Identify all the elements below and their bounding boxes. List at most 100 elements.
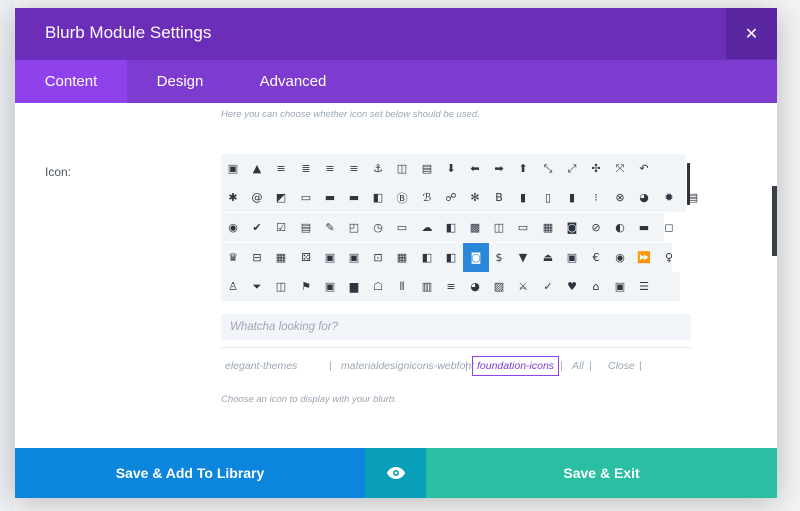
icon-option[interactable]: ▥ xyxy=(415,272,439,301)
icon-option[interactable]: ▣ xyxy=(318,272,342,301)
icon-option[interactable]: ▼ xyxy=(511,243,535,272)
icon-option[interactable]: ◰ xyxy=(342,213,366,242)
icon-option[interactable]: ◧ xyxy=(439,243,463,272)
icon-option[interactable]: ≡ xyxy=(439,272,463,301)
icon-option[interactable]: ⫴ xyxy=(390,272,414,301)
icon-option[interactable]: ▦ xyxy=(390,243,414,272)
icon-option[interactable]: ▣ xyxy=(221,154,245,183)
icon-option[interactable]: ◫ xyxy=(269,272,293,301)
icon-option[interactable]: ⊡ xyxy=(366,243,390,272)
icon-option[interactable]: ⚑ xyxy=(294,272,318,301)
icon-option[interactable]: ≡ xyxy=(342,154,366,183)
icon-option[interactable]: ℬ xyxy=(415,183,439,212)
icon-grid-scrollbar[interactable] xyxy=(687,163,690,205)
icon-option[interactable]: ▮ xyxy=(511,183,535,212)
icon-option[interactable]: Ⓑ xyxy=(390,183,414,212)
icon-option[interactable]: ▯ xyxy=(536,183,560,212)
selected-icon-option[interactable]: ◙ xyxy=(463,243,489,272)
filter-close[interactable]: Close xyxy=(608,356,635,376)
icon-option[interactable]: ⊟ xyxy=(245,243,269,272)
icon-option[interactable]: ▦ xyxy=(269,243,293,272)
modal-scrollbar[interactable] xyxy=(772,186,777,256)
icon-option[interactable]: ⤢ xyxy=(560,154,584,183)
save-exit-button[interactable]: Save & Exit xyxy=(426,448,777,498)
icon-option[interactable]: ⬆ xyxy=(511,154,535,183)
icon-option[interactable]: ◷ xyxy=(366,213,390,242)
icon-option[interactable]: ◻ xyxy=(657,213,681,242)
icon-option[interactable]: ☁ xyxy=(415,213,439,242)
icon-option[interactable]: ◕ xyxy=(463,272,487,301)
tab-content[interactable]: Content xyxy=(15,60,127,103)
close-button[interactable]: ✕ xyxy=(726,8,777,59)
icon-search-input[interactable]: Whatcha looking for? xyxy=(221,314,691,340)
icon-option[interactable]: ▤ xyxy=(294,213,318,242)
icon-option[interactable]: ⊗ xyxy=(608,183,632,212)
icon-option[interactable]: ⏩ xyxy=(632,243,656,272)
icon-option[interactable]: ▭ xyxy=(511,213,535,242)
icon-option[interactable]: ♀ xyxy=(657,243,681,272)
icon-option[interactable]: ◐ xyxy=(608,213,632,242)
icon-option[interactable]: ≡ xyxy=(318,154,342,183)
icon-option[interactable]: ⬇ xyxy=(439,154,463,183)
icon-option[interactable]: ✣ xyxy=(584,154,608,183)
icon-option[interactable]: ♛ xyxy=(221,243,245,272)
icon-option[interactable]: ▭ xyxy=(294,183,318,212)
tab-advanced[interactable]: Advanced xyxy=(247,60,339,103)
icon-option[interactable]: ▤ xyxy=(681,183,705,212)
filter-all[interactable]: All xyxy=(572,356,584,376)
icon-option[interactable]: ⤡ xyxy=(536,154,560,183)
icon-option[interactable]: ✎ xyxy=(318,213,342,242)
icon-option[interactable]: ◧ xyxy=(439,213,463,242)
icon-option[interactable]: ☖ xyxy=(366,272,390,301)
icon-option[interactable]: ▦ xyxy=(536,213,560,242)
icon-option[interactable]: ▣ xyxy=(342,243,366,272)
icon-option[interactable]: ≣ xyxy=(294,154,318,183)
tab-design[interactable]: Design xyxy=(143,60,217,103)
icon-option[interactable]: ⚓ xyxy=(366,154,390,183)
icon-option[interactable]: ◉ xyxy=(608,243,632,272)
icon-option[interactable]: ◧ xyxy=(415,243,439,272)
icon-option[interactable]: ♥ xyxy=(560,272,584,301)
icon-option[interactable]: € xyxy=(584,243,608,272)
icon-option[interactable]: ☰ xyxy=(632,272,656,301)
icon-option[interactable]: ⚔ xyxy=(511,272,535,301)
icon-option[interactable]: ≡ xyxy=(269,154,293,183)
icon-option[interactable]: ▬ xyxy=(342,183,366,212)
icon-option[interactable]: ◧ xyxy=(366,183,390,212)
preview-button[interactable] xyxy=(365,448,426,498)
icon-option[interactable]: ▭ xyxy=(390,213,414,242)
icon-option[interactable]: ☍ xyxy=(439,183,463,212)
icon-option[interactable]: ✓ xyxy=(536,272,560,301)
save-add-to-library-button[interactable]: Save & Add To Library xyxy=(15,448,365,498)
icon-option[interactable]: ⊘ xyxy=(584,213,608,242)
icon-option[interactable]: ✻ xyxy=(463,183,487,212)
icon-option[interactable]: B xyxy=(487,183,511,212)
icon-option[interactable]: ▤ xyxy=(415,154,439,183)
filter-foundation-icons[interactable]: foundation-icons xyxy=(472,356,560,376)
icon-option[interactable]: ⤧ xyxy=(608,154,632,183)
icon-option[interactable]: ↶ xyxy=(632,154,656,183)
icon-option[interactable]: ◉ xyxy=(221,213,245,242)
icon-option[interactable]: ⚄ xyxy=(294,243,318,272)
icon-option[interactable]: ⬅ xyxy=(463,154,487,183)
filter-elegant-themes[interactable]: elegant-themes xyxy=(225,356,297,376)
icon-option[interactable]: ✹ xyxy=(657,183,681,212)
icon-option[interactable]: ◙ xyxy=(560,213,584,242)
icon-option[interactable]: ➡ xyxy=(487,154,511,183)
icon-option[interactable]: ♙ xyxy=(221,272,245,301)
icon-option[interactable]: ◕ xyxy=(632,183,656,212)
icon-option[interactable]: ▆ xyxy=(342,272,366,301)
icon-option[interactable]: ▬ xyxy=(318,183,342,212)
icon-option[interactable]: ▣ xyxy=(560,243,584,272)
icon-option[interactable]: ✱ xyxy=(221,183,245,212)
icon-option[interactable]: ◫ xyxy=(390,154,414,183)
icon-option[interactable]: ▬ xyxy=(632,213,656,242)
icon-option[interactable]: ▩ xyxy=(463,213,487,242)
icon-option[interactable]: ☑ xyxy=(269,213,293,242)
icon-option[interactable]: ⏏ xyxy=(536,243,560,272)
icon-option[interactable]: ⁝ xyxy=(584,183,608,212)
icon-option[interactable]: $ xyxy=(487,243,511,272)
icon-option[interactable]: ▣ xyxy=(318,243,342,272)
icon-option[interactable]: ▣ xyxy=(608,272,632,301)
icon-option[interactable]: ◫ xyxy=(487,213,511,242)
